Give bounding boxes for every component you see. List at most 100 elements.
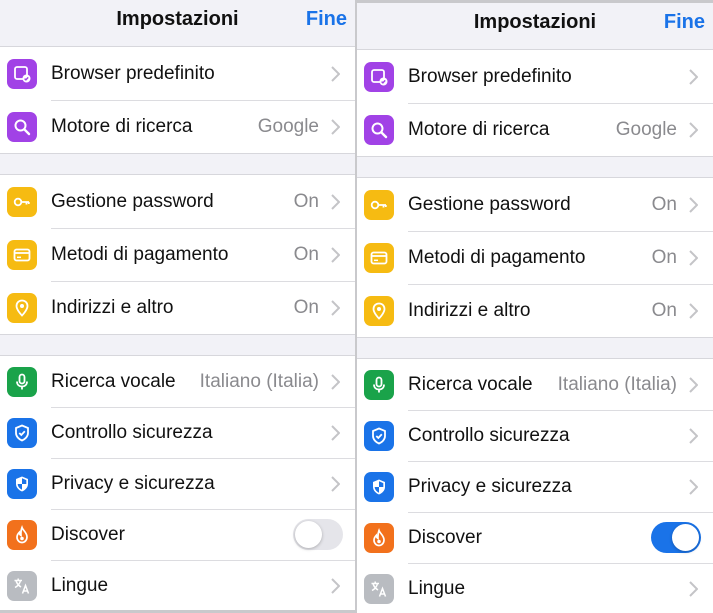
chevron-right-icon	[331, 373, 345, 390]
browser-check-icon	[364, 61, 394, 92]
settings-group-browser: Browser predefinito Motore di ricerca Go…	[0, 46, 355, 154]
search-icon	[7, 111, 37, 142]
chevron-right-icon	[331, 299, 345, 316]
chevron-right-icon	[331, 424, 345, 441]
navigation-bar: Impostazioni Fine	[0, 0, 355, 46]
toggle-knob	[295, 521, 322, 548]
row-label: Ricerca vocale	[51, 370, 176, 392]
chevron-right-icon	[331, 65, 345, 82]
chevron-right-icon	[331, 475, 345, 492]
row-label: Browser predefinito	[408, 65, 572, 87]
row-search-engine[interactable]: Motore di ricerca Google	[357, 103, 713, 156]
row-label: Privacy e sicurezza	[51, 472, 215, 494]
chevron-right-icon	[689, 302, 703, 319]
row-safety-check[interactable]: Controllo sicurezza	[0, 407, 355, 458]
credit-card-icon	[7, 239, 37, 270]
row-default-browser[interactable]: Browser predefinito	[0, 47, 355, 100]
row-label: Controllo sicurezza	[408, 424, 570, 446]
settings-group-advanced: Ricerca vocale Italiano (Italia) Control…	[0, 355, 355, 610]
chevron-right-icon	[331, 577, 345, 594]
row-label: Gestione password	[408, 193, 571, 215]
row-discover[interactable]: Discover	[0, 509, 355, 560]
flame-icon	[7, 519, 37, 550]
row-label: Motore di ricerca	[408, 118, 550, 140]
row-label: Privacy e sicurezza	[408, 475, 572, 497]
chevron-right-icon	[689, 121, 703, 138]
done-button[interactable]: Fine	[664, 11, 705, 34]
row-safety-check[interactable]: Controllo sicurezza	[357, 410, 713, 461]
row-addresses[interactable]: Indirizzi e altro On	[0, 281, 355, 334]
row-payment-methods[interactable]: Metodi di pagamento On	[357, 231, 713, 284]
row-label: Metodi di pagamento	[51, 243, 229, 265]
row-languages[interactable]: Lingue	[357, 563, 713, 613]
row-label: Metodi di pagamento	[408, 246, 586, 268]
browser-check-icon	[7, 58, 37, 89]
shield-check-icon	[364, 420, 394, 451]
row-passwords[interactable]: Gestione password On	[357, 178, 713, 231]
row-label: Discover	[51, 523, 125, 545]
row-value: On	[651, 246, 677, 268]
shield-icon	[364, 471, 394, 502]
chevron-right-icon	[689, 196, 703, 213]
settings-group-browser: Browser predefinito Motore di ricerca Go…	[357, 49, 713, 157]
row-label: Browser predefinito	[51, 62, 215, 84]
shield-icon	[7, 468, 37, 499]
row-label: Indirizzi e altro	[51, 296, 174, 318]
row-voice-search[interactable]: Ricerca vocale Italiano (Italia)	[357, 359, 713, 410]
row-label: Gestione password	[51, 190, 214, 212]
shield-check-icon	[7, 417, 37, 448]
row-search-engine[interactable]: Motore di ricerca Google	[0, 100, 355, 153]
chevron-right-icon	[331, 246, 345, 263]
row-label: Motore di ricerca	[51, 115, 193, 137]
chevron-right-icon	[689, 478, 703, 495]
page-title: Impostazioni	[473, 11, 597, 33]
row-label: Indirizzi e altro	[408, 299, 531, 321]
settings-group-autofill: Gestione password On Metodi di pagamento…	[0, 174, 355, 335]
credit-card-icon	[364, 242, 394, 273]
row-value: Italiano (Italia)	[557, 373, 677, 395]
settings-panel-left: Impostazioni Fine Browser predefinito Mo…	[0, 0, 355, 610]
row-label: Lingue	[408, 577, 466, 599]
chevron-right-icon	[331, 193, 345, 210]
chevron-right-icon	[689, 249, 703, 266]
row-passwords[interactable]: Gestione password On	[0, 175, 355, 228]
row-default-browser[interactable]: Browser predefinito	[357, 50, 713, 103]
row-value: On	[293, 243, 319, 265]
row-value: On	[651, 299, 677, 321]
toggle-knob	[672, 524, 699, 551]
row-addresses[interactable]: Indirizzi e altro On	[357, 284, 713, 337]
row-value: Italiano (Italia)	[199, 370, 319, 392]
row-label: Controllo sicurezza	[51, 421, 213, 443]
search-icon	[364, 114, 394, 145]
settings-group-advanced: Ricerca vocale Italiano (Italia) Control…	[357, 358, 713, 613]
key-icon	[7, 186, 37, 217]
row-label: Discover	[408, 526, 482, 548]
discover-toggle[interactable]	[293, 519, 343, 550]
key-icon	[364, 189, 394, 220]
location-pin-icon	[7, 292, 37, 323]
row-privacy[interactable]: Privacy e sicurezza	[357, 461, 713, 512]
chevron-right-icon	[689, 580, 703, 597]
row-languages[interactable]: Lingue	[0, 560, 355, 610]
settings-panel-right: Impostazioni Fine Browser predefinito Mo…	[357, 3, 713, 613]
discover-toggle[interactable]	[651, 522, 701, 553]
navigation-bar: Impostazioni Fine	[357, 3, 713, 49]
chevron-right-icon	[331, 118, 345, 135]
translate-icon	[7, 570, 37, 601]
row-label: Lingue	[51, 574, 109, 596]
row-discover[interactable]: Discover	[357, 512, 713, 563]
row-payment-methods[interactable]: Metodi di pagamento On	[0, 228, 355, 281]
chevron-right-icon	[689, 427, 703, 444]
settings-group-autofill: Gestione password On Metodi di pagamento…	[357, 177, 713, 338]
chevron-right-icon	[689, 376, 703, 393]
flame-icon	[364, 522, 394, 553]
microphone-icon	[364, 369, 394, 400]
translate-icon	[364, 573, 394, 604]
chevron-right-icon	[689, 68, 703, 85]
microphone-icon	[7, 366, 37, 397]
row-privacy[interactable]: Privacy e sicurezza	[0, 458, 355, 509]
row-value: On	[293, 190, 319, 212]
row-voice-search[interactable]: Ricerca vocale Italiano (Italia)	[0, 356, 355, 407]
done-button[interactable]: Fine	[306, 8, 347, 31]
location-pin-icon	[364, 295, 394, 326]
